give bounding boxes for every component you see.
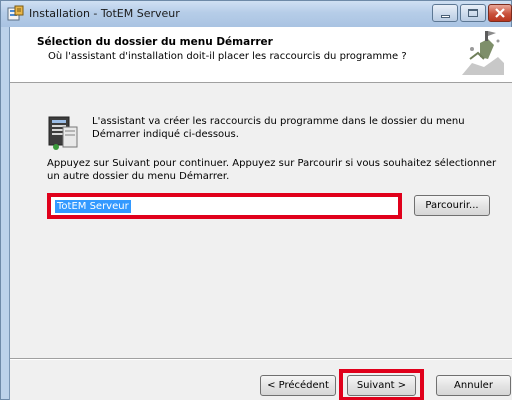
footer-divider-highlight xyxy=(10,359,512,360)
title-bar[interactable]: Installation - TotEM Serveur xyxy=(1,1,512,27)
installer-window: Installation - TotEM Serveur Sélection d… xyxy=(0,0,512,400)
start-menu-folder-icon xyxy=(48,116,78,150)
next-button-highlight: Suivant > xyxy=(339,369,424,400)
wizard-setup-icon xyxy=(462,31,504,75)
folder-input-highlight: TotEM Serveur xyxy=(47,193,402,219)
instruction-text: Appuyez sur Suivant pour continuer. Appu… xyxy=(47,158,497,182)
wizard-client-area: Sélection du dossier du menu Démarrer Où… xyxy=(9,27,512,400)
maximize-button[interactable] xyxy=(460,4,486,22)
close-icon xyxy=(495,8,505,18)
installer-app-icon xyxy=(7,5,24,21)
page-subtitle: Où l'assistant d'installation doit-il pl… xyxy=(48,51,407,62)
start-menu-folder-input[interactable]: TotEM Serveur xyxy=(55,200,131,213)
minimize-button[interactable] xyxy=(432,4,458,22)
info-text: L'assistant va créer les raccourcis du p… xyxy=(92,116,465,140)
next-button[interactable]: Suivant > xyxy=(347,375,416,396)
maximize-icon xyxy=(468,9,478,17)
browse-button[interactable]: Parcourir... xyxy=(414,195,490,216)
close-button[interactable] xyxy=(488,4,512,22)
wizard-header: Sélection du dossier du menu Démarrer Où… xyxy=(10,27,512,83)
window-title: Installation - TotEM Serveur xyxy=(29,7,180,20)
back-button[interactable]: < Précédent xyxy=(260,375,336,396)
cancel-button[interactable]: Annuler xyxy=(436,375,511,396)
minimize-icon xyxy=(440,14,450,18)
page-title: Sélection du dossier du menu Démarrer xyxy=(37,36,273,48)
